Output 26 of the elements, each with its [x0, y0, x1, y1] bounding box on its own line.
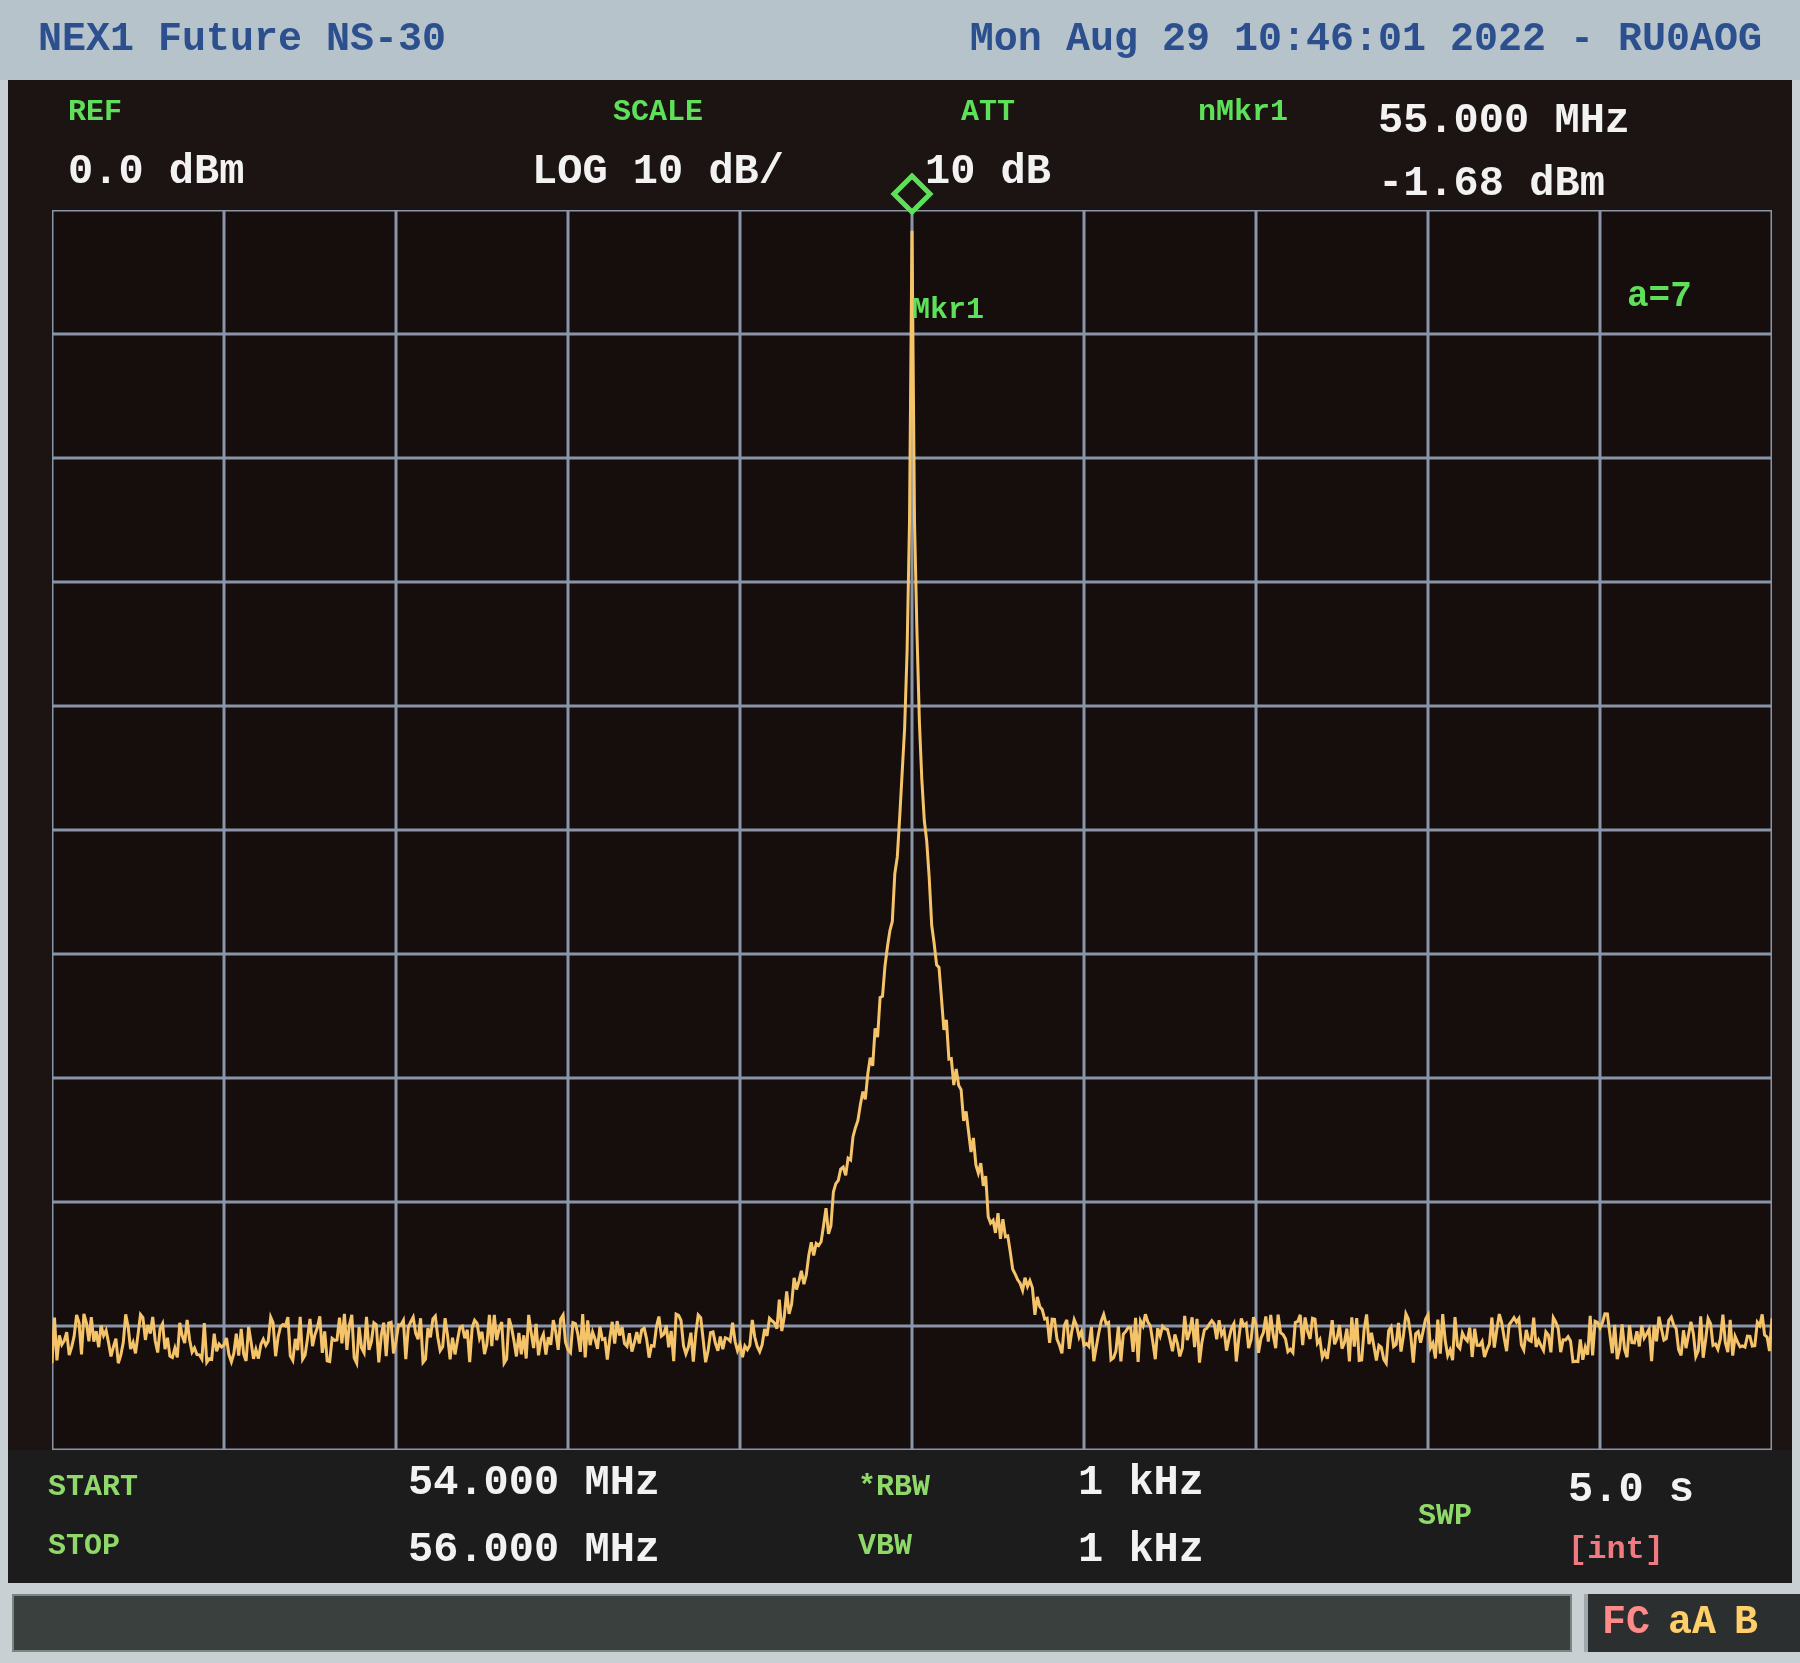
footer-value: 5.0 s [1568, 1465, 1695, 1516]
marker-label: nMkr1 [1197, 94, 1289, 131]
averaging-count: a=7 [1627, 275, 1692, 319]
footer-value: 1 kHz [1078, 1457, 1206, 1509]
status-indicator: FC [1602, 1599, 1650, 1647]
footer-label: STOP [48, 1527, 121, 1565]
setting-label: SCALE [613, 94, 703, 131]
setting-value: LOG 10 dB/ [531, 147, 784, 198]
sweep-mode: [int] [1568, 1530, 1665, 1570]
setting-value: 0.0 dBm [68, 147, 245, 198]
setting-label: REF [68, 94, 122, 131]
status-indicator: B [1734, 1599, 1759, 1647]
setting-label: ATT [961, 94, 1015, 131]
marker-amplitude: -1.68 dBm [1378, 159, 1605, 210]
setting-value: 10 dB [925, 147, 1051, 198]
status-indicator: aA [1668, 1599, 1717, 1647]
footer-value: 54.000 MHz [408, 1457, 662, 1509]
footer-label: *RBW [858, 1468, 930, 1506]
footer-label: SWP [1418, 1498, 1473, 1535]
marker-frequency: 55.000 MHz [1378, 96, 1631, 147]
footer-value: 56.000 MHz [408, 1524, 662, 1576]
footer-label: VBW [858, 1527, 912, 1565]
footer-value: 1 kHz [1078, 1524, 1206, 1576]
footer-label: START [48, 1468, 139, 1506]
date-time: Mon Aug 29 10:46:01 2022 - RU0AOG [969, 16, 1762, 64]
instrument-name: NEX1 Future NS-30 [38, 16, 447, 64]
